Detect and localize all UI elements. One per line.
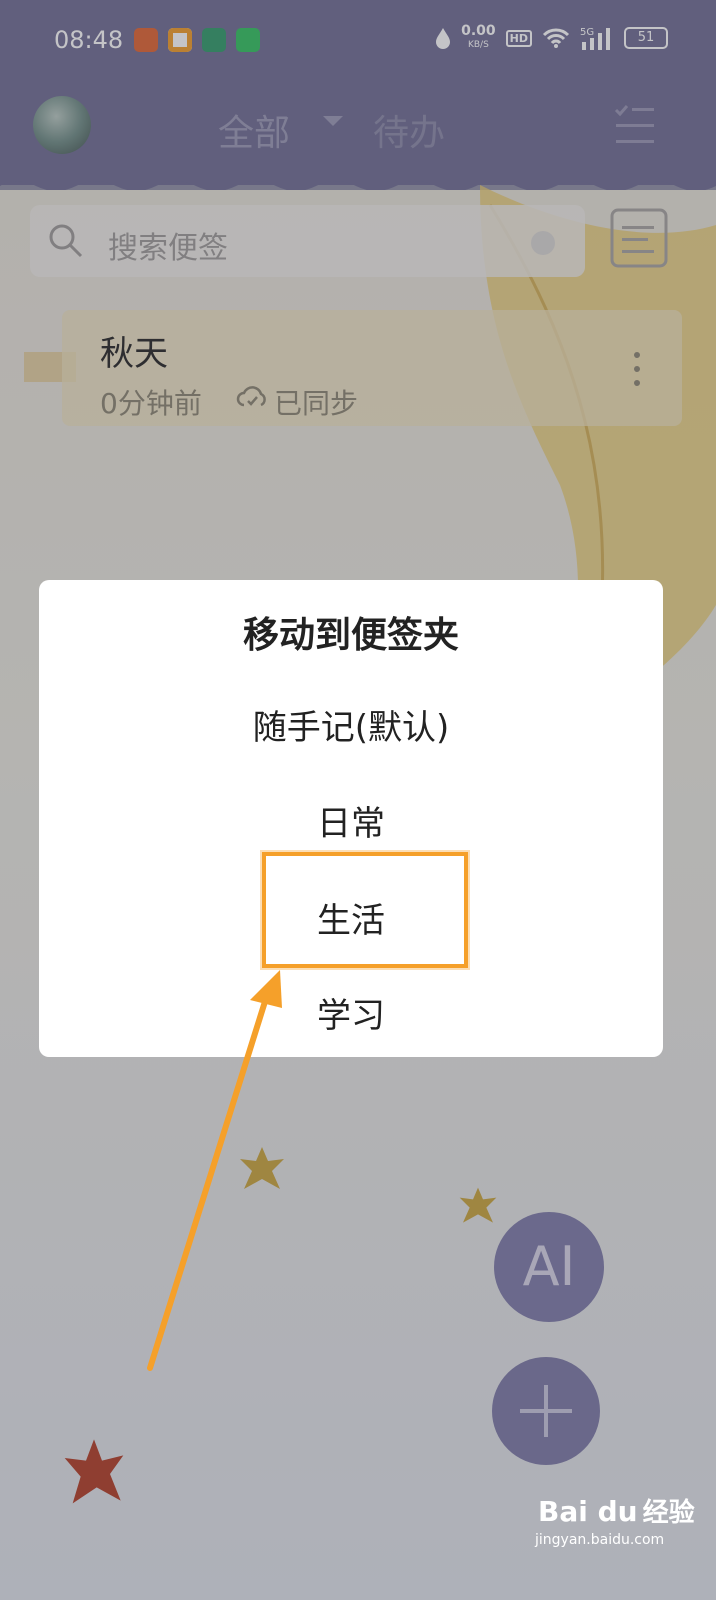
baidu-watermark: Bai du 经验 jingyan.baidu.com [535,1492,695,1548]
annotation-arrow [147,970,282,1371]
watermark-cn: 经验 [642,1498,695,1528]
watermark-url: jingyan.baidu.com [535,1532,665,1548]
watermark-brand: Bai du [538,1495,638,1528]
